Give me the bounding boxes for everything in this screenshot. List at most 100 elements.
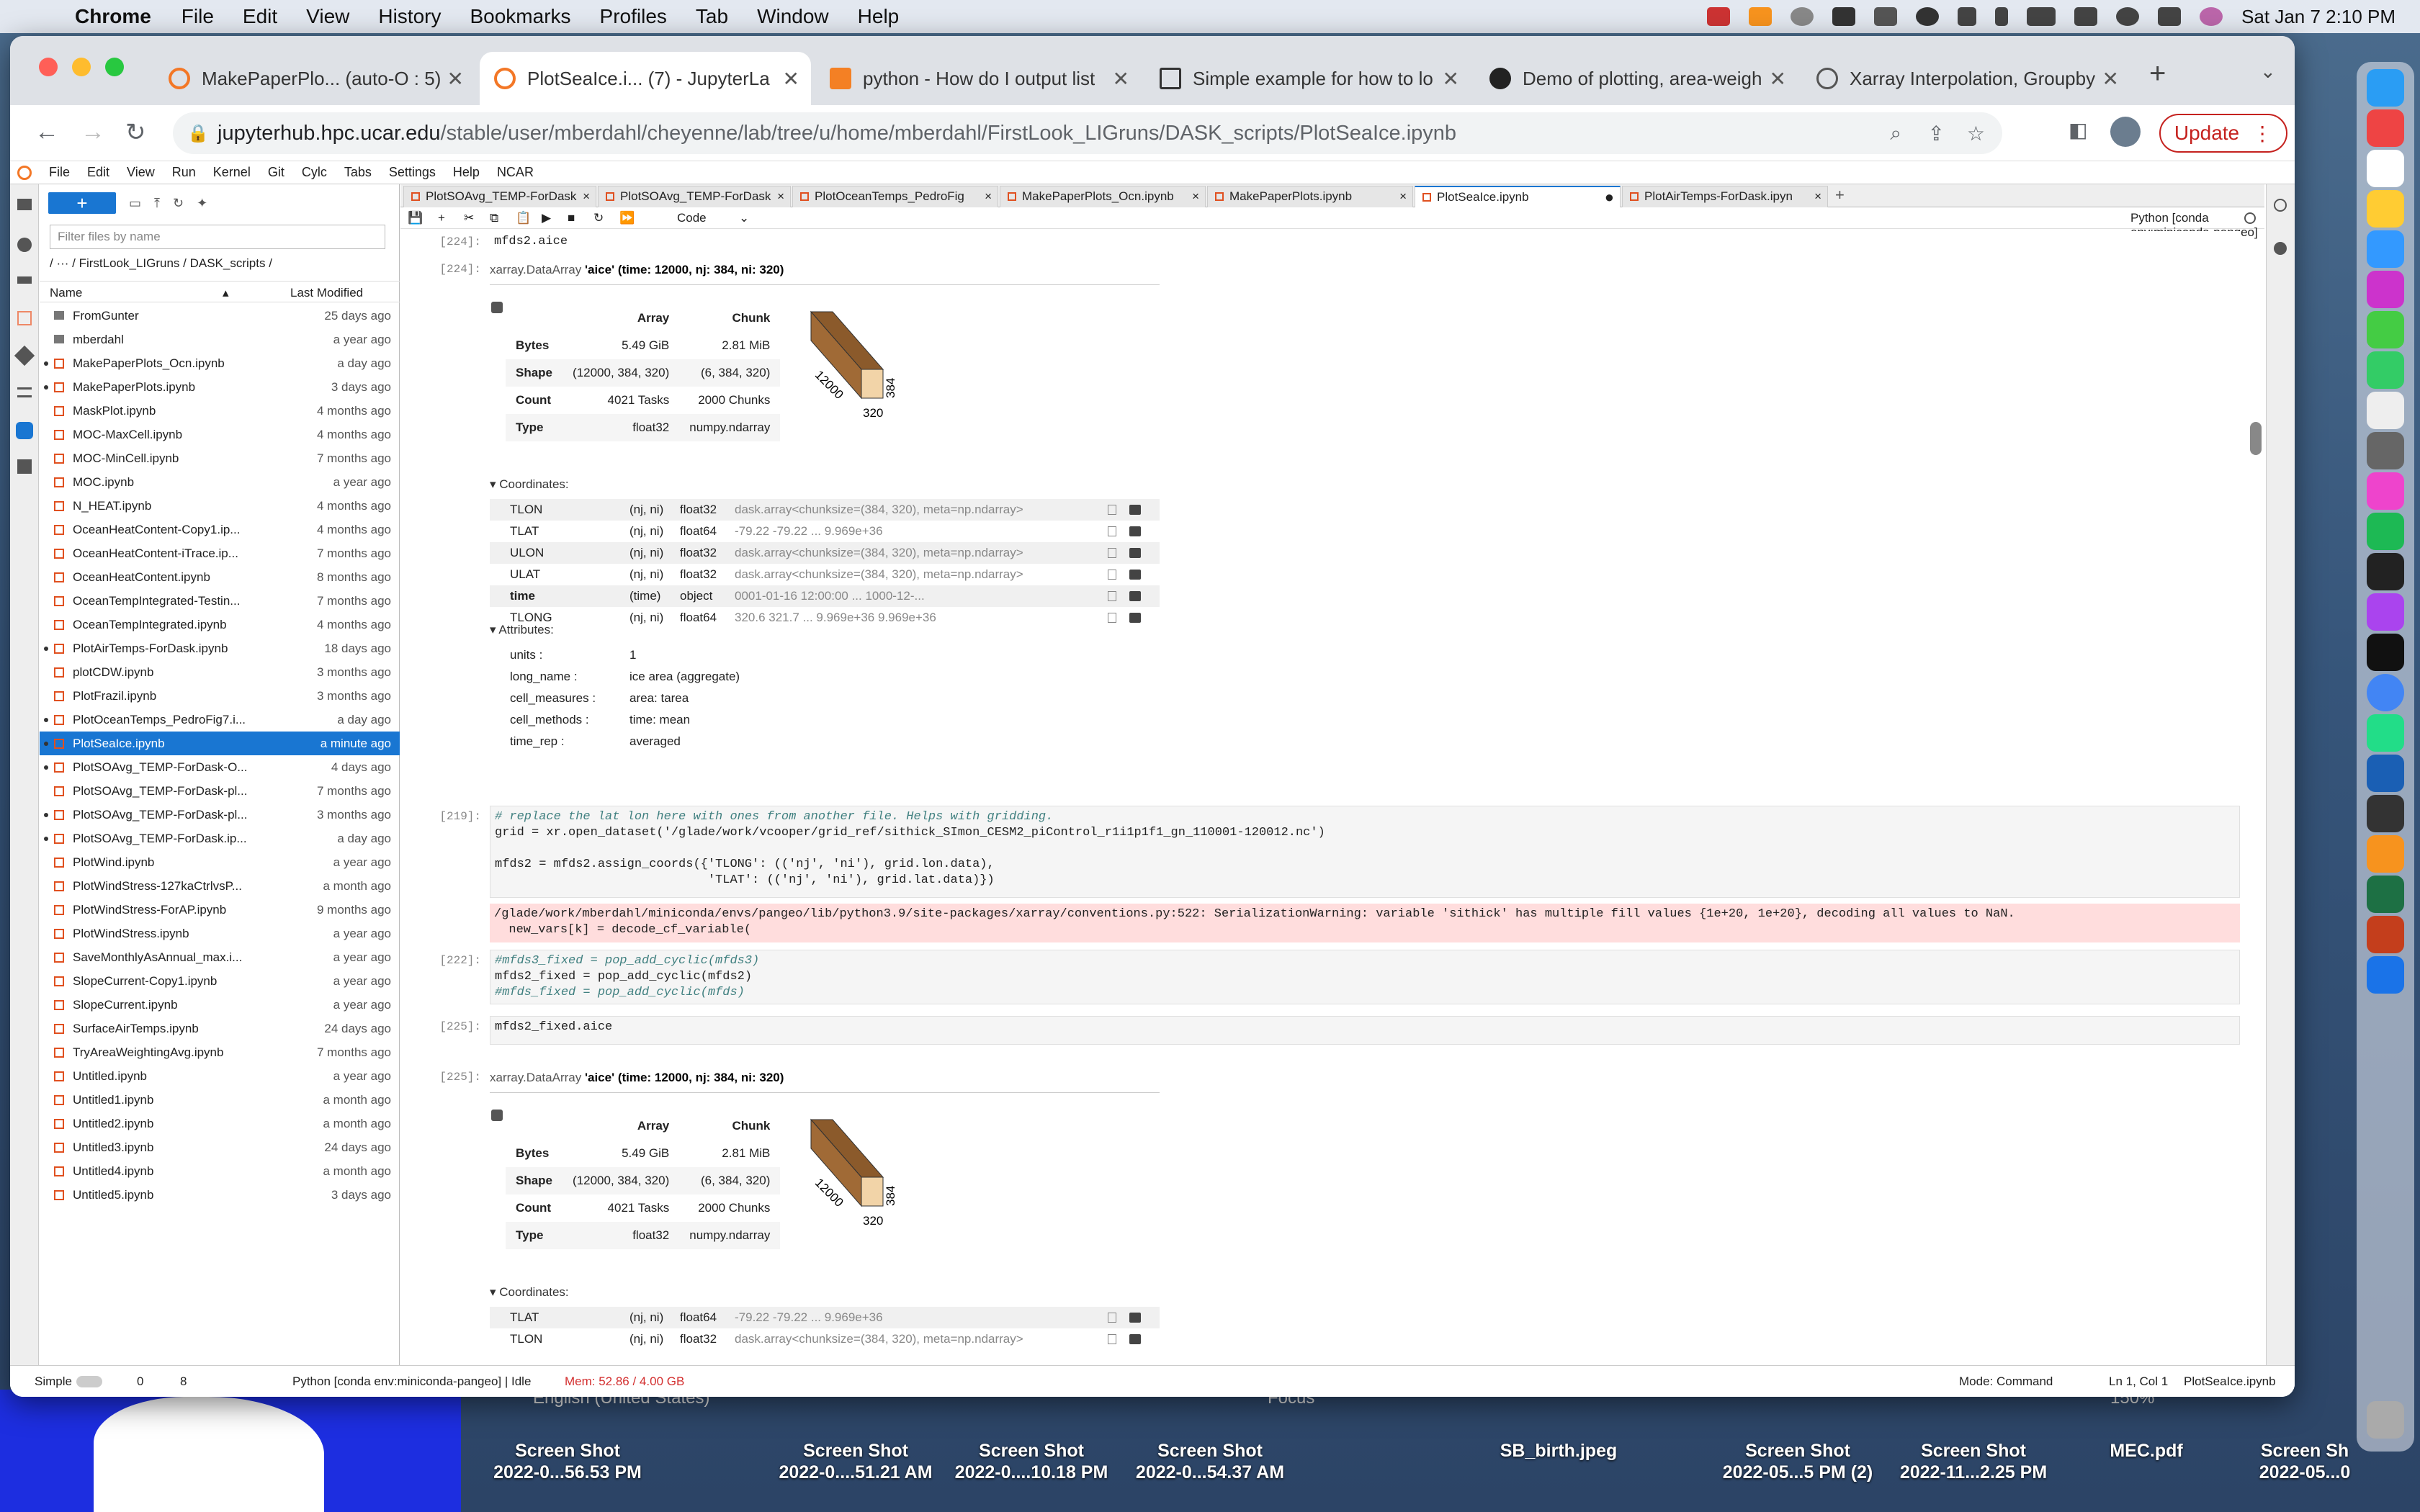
cell-input[interactable]: mfds2.aice xyxy=(490,231,2240,254)
menu-history[interactable]: History xyxy=(378,5,441,28)
file-row[interactable]: MOC.ipynb a year ago xyxy=(40,470,400,494)
launchpad-icon[interactable] xyxy=(2367,109,2404,147)
cursor-position[interactable]: Ln 1, Col 1 xyxy=(2109,1374,2168,1389)
file-row[interactable]: Untitled1.ipynb a month ago xyxy=(40,1088,400,1112)
jmenu-git[interactable]: Git xyxy=(268,165,284,180)
close-window-button[interactable] xyxy=(39,58,58,76)
data-repr-icon[interactable] xyxy=(1129,1334,1141,1344)
menu-profiles[interactable]: Profiles xyxy=(600,5,667,28)
database-icon[interactable] xyxy=(491,1110,503,1121)
debugger-icon[interactable] xyxy=(2274,242,2287,255)
attrs-file-icon[interactable] xyxy=(1108,1313,1116,1323)
simple-mode-toggle[interactable] xyxy=(76,1376,102,1387)
textedit-icon[interactable] xyxy=(2367,392,2404,429)
property-inspector-icon[interactable] xyxy=(2274,199,2287,212)
zoom-window-button[interactable] xyxy=(105,58,124,76)
menu-view[interactable]: View xyxy=(306,5,349,28)
new-folder-icon[interactable]: ▭ xyxy=(129,196,141,211)
attrs-file-icon[interactable] xyxy=(1108,613,1116,623)
file-row[interactable]: TryAreaWeightingAvg.ipynb 7 months ago xyxy=(40,1040,400,1064)
insert-cell-icon[interactable]: + xyxy=(438,211,445,225)
close-icon[interactable]: × xyxy=(583,186,590,207)
jmenu-cylc[interactable]: Cylc xyxy=(302,165,327,180)
extensions-icon[interactable] xyxy=(17,459,32,474)
search-icon[interactable] xyxy=(2116,7,2140,26)
file-row[interactable]: PlotAirTemps-ForDask.ipynb 18 days ago xyxy=(40,636,400,660)
coordinate-row[interactable]: ULON (nj, ni) float32 dask.array<chunksize=… xyxy=(490,542,1160,564)
file-row[interactable]: PlotSOAvg_TEMP-ForDask.ip... a day ago xyxy=(40,827,400,850)
save-icon[interactable]: 💾 xyxy=(408,211,423,225)
coordinates-toggle[interactable]: ▾ Coordinates: xyxy=(490,477,569,492)
upload-icon[interactable]: ⤒ xyxy=(154,196,160,211)
toc-icon[interactable] xyxy=(17,387,32,397)
file-row[interactable]: N_HEAT.ipynb 4 months ago xyxy=(40,494,400,518)
menu-help[interactable]: Help xyxy=(858,5,900,28)
menu-bookmarks[interactable]: Bookmarks xyxy=(470,5,570,28)
file-row[interactable]: OceanHeatContent-iTrace.ip... 7 months ag… xyxy=(40,541,400,565)
sidepanel-icon[interactable]: ◧ xyxy=(2069,118,2087,142)
cut-icon[interactable]: ✂ xyxy=(464,211,474,225)
drive-icon[interactable] xyxy=(1832,7,1856,26)
bluetooth-icon[interactable] xyxy=(1995,7,2009,26)
chrome-icon[interactable] xyxy=(2367,674,2404,711)
doc-tab[interactable]: PlotAirTemps-ForDask.ipyn × xyxy=(1622,186,1828,207)
app-icon[interactable] xyxy=(2367,714,2404,752)
file-row[interactable]: PlotSeaIce.ipynb a minute ago xyxy=(40,732,400,755)
restart-icon[interactable]: ↻ xyxy=(593,211,604,225)
file-row[interactable]: PlotOceanTemps_PedroFig7.i... a day ago xyxy=(40,708,400,732)
back-icon[interactable]: ← xyxy=(35,118,59,146)
app-icon[interactable] xyxy=(2367,472,2404,510)
app-menu[interactable]: Chrome xyxy=(75,5,151,28)
browser-tab-active[interactable]: PlotSeaIce.i... (7) - JupyterLa ✕ xyxy=(480,52,811,105)
clock[interactable]: Sat Jan 7 2:10 PM xyxy=(2241,6,2396,28)
jmenu-kernel[interactable]: Kernel xyxy=(213,165,251,180)
file-row[interactable]: PlotWind.ipynb a year ago xyxy=(40,850,400,874)
commands-icon[interactable] xyxy=(17,276,32,284)
doc-tab[interactable]: MakePaperPlots_Ocn.ipynb × xyxy=(1000,186,1206,207)
menu-file[interactable]: File xyxy=(182,5,214,28)
trash-icon[interactable] xyxy=(2367,1401,2404,1439)
vlc-icon[interactable] xyxy=(1749,7,1773,26)
browser-tab[interactable]: Demo of plotting, area-weigh ✕ xyxy=(1475,52,1798,105)
file-row[interactable]: PlotFrazil.ipynb 3 months ago xyxy=(40,684,400,708)
attributes-toggle[interactable]: ▾ Attributes: xyxy=(490,623,554,637)
breadcrumb[interactable]: / ··· / FirstLook_LIGruns / DASK_scripts… xyxy=(50,256,272,271)
attrs-file-icon[interactable] xyxy=(1108,570,1116,580)
col-name-header[interactable]: Name xyxy=(50,286,82,300)
doc-tab[interactable]: PlotOceanTemps_PedroFig × xyxy=(792,186,998,207)
menu-edit[interactable]: Edit xyxy=(243,5,277,28)
address-bar[interactable]: 🔒 jupyterhub.hpc.ucar.edu/stable/user/mb… xyxy=(173,112,2002,154)
file-row[interactable]: OceanHeatContent-Copy1.ip... 4 months ago xyxy=(40,518,400,541)
kernel-status[interactable]: Python [conda env:miniconda-pangeo] | Id… xyxy=(292,1374,531,1389)
menu-tab[interactable]: Tab xyxy=(696,5,728,28)
file-row[interactable]: MakePaperPlots_Ocn.ipynb a day ago xyxy=(40,351,400,375)
data-repr-icon[interactable] xyxy=(1129,570,1141,580)
data-repr-icon[interactable] xyxy=(1129,548,1141,558)
play-icon[interactable] xyxy=(1916,7,1940,26)
attrs-file-icon[interactable] xyxy=(1108,591,1116,601)
attrs-file-icon[interactable] xyxy=(1108,1334,1116,1344)
file-row[interactable]: mberdahl a year ago xyxy=(40,328,400,351)
kernels-count[interactable]: 8 xyxy=(180,1374,187,1389)
mail-icon[interactable] xyxy=(2367,956,2404,994)
add-tab-icon[interactable]: + xyxy=(1835,186,1845,204)
coordinates-toggle[interactable]: ▾ Coordinates: xyxy=(490,1285,569,1300)
tab-search-chevron-icon[interactable]: ⌄ xyxy=(2260,60,2276,83)
git-icon[interactable] xyxy=(14,345,35,366)
browser-tab[interactable]: python - How do I output list ✕ xyxy=(815,52,1141,105)
status-app-icon[interactable] xyxy=(1707,7,1731,26)
settings-icon[interactable] xyxy=(2367,432,2404,469)
close-tab-icon[interactable]: ✕ xyxy=(1443,67,1459,91)
attrs-file-icon[interactable] xyxy=(1108,548,1116,558)
git-clone-icon[interactable]: ✦ xyxy=(197,196,207,211)
cell-input[interactable]: # replace the lat lon here with ones fro… xyxy=(490,806,2240,898)
coordinate-row[interactable]: TLON (nj, ni) float32 dask.array<chunksize=… xyxy=(490,1328,1160,1350)
run-icon[interactable]: ▶ xyxy=(542,211,551,225)
notebook-scrollbar[interactable] xyxy=(2250,422,2262,455)
file-row[interactable]: plotCDW.ipynb 3 months ago xyxy=(40,660,400,684)
desktop-file[interactable]: Screen Shot 2022-0....10.18 PM xyxy=(938,1440,1125,1483)
profile-avatar[interactable] xyxy=(2110,117,2141,147)
close-icon[interactable]: × xyxy=(1399,186,1407,207)
file-row[interactable]: Untitled5.ipynb 3 days ago xyxy=(40,1183,400,1207)
battery-icon[interactable] xyxy=(2027,7,2056,26)
